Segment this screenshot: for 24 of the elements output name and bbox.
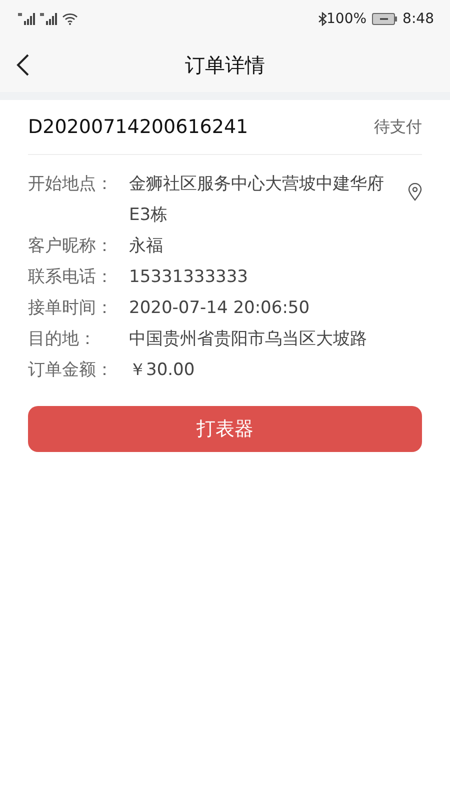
bluetooth-icon [318,12,327,26]
page-title: 订单详情 [185,52,265,78]
field-value: 永福 [129,235,164,258]
field-label: 联系电话： [28,266,114,289]
field-label: 订单金额： [28,359,114,382]
wifi-icon [62,13,78,25]
field-value: 15331333333 [129,266,249,289]
battery-percentage: 100% [326,11,367,27]
field-value: 2020-07-14 20:06:50 [129,297,311,320]
field-label: 接单时间： [28,297,114,320]
field-value: 中国贵州省贵阳市乌当区大坡路 [129,328,368,351]
field-value: 金狮社区服务中心大营坡中建华府E3栋 [129,173,385,227]
clock-time: 8:48 [402,11,434,27]
field-value: ￥30.00 [129,359,196,382]
field-label: 目的地： [28,328,97,351]
signal-icon [18,13,36,25]
signal-icon [40,13,58,25]
field-label: 客户昵称： [28,235,114,258]
meter-button[interactable]: 打表器 [28,406,422,452]
field-label: 开始地点： [28,173,114,196]
location-pin-icon[interactable] [408,183,422,201]
order-status: 待支付 [374,116,422,138]
battery-icon [372,13,398,25]
order-number: D20200714200616241 [28,116,248,138]
